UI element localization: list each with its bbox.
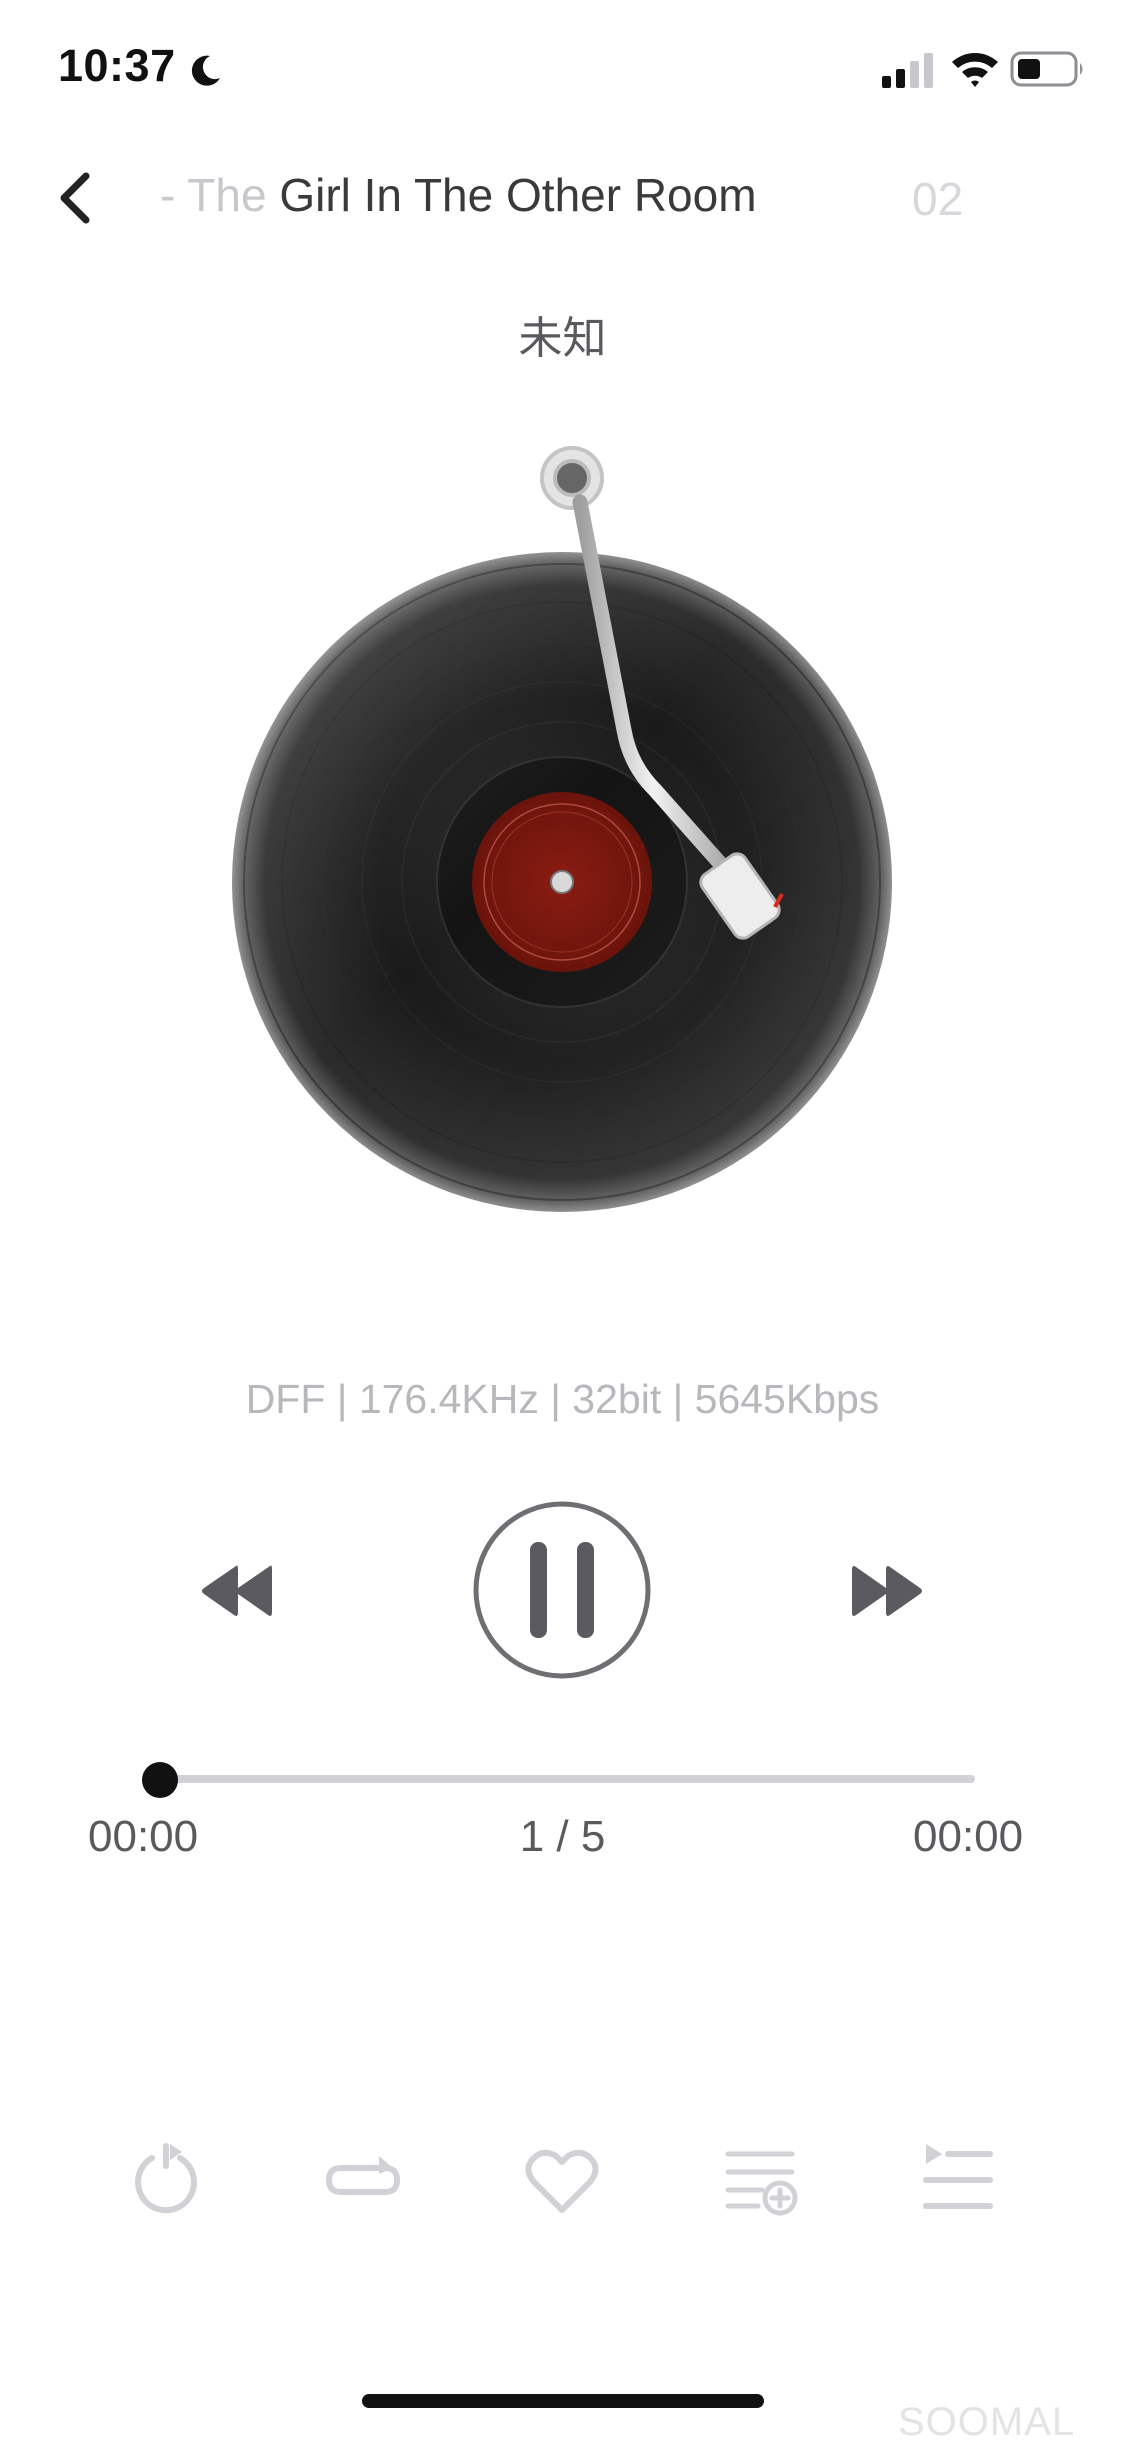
progress-knob[interactable] [142, 1762, 178, 1798]
rewind-icon[interactable] [198, 1560, 274, 1622]
repeat-icon[interactable] [323, 2140, 403, 2220]
status-time: 10:37 [58, 40, 176, 91]
song-title-prefix: - The [160, 169, 267, 221]
fast-forward-icon[interactable] [850, 1560, 926, 1622]
heart-icon[interactable] [522, 2140, 602, 2220]
home-indicator[interactable] [362, 2394, 764, 2408]
moon-icon [191, 55, 220, 86]
song-title-marquee: - The Girl In The Other Room [160, 168, 980, 238]
pause-icon [530, 1542, 547, 1638]
play-queue-icon[interactable] [918, 2140, 998, 2220]
total-duration: 00:00 [913, 1812, 1024, 1861]
battery-icon [1010, 51, 1083, 87]
wifi-icon [952, 53, 998, 87]
song-title-next: 02 [912, 173, 964, 225]
artist-name: 未知 [518, 314, 607, 363]
sleep-timer-icon[interactable] [126, 2140, 206, 2220]
add-to-playlist-icon[interactable] [720, 2140, 800, 2220]
watermark: SOOMAL [898, 2400, 1076, 2444]
audio-format-info: DFF | 176.4KHz | 32bit | 5645Kbps [245, 1376, 880, 1422]
chevron-left-icon[interactable] [52, 168, 96, 228]
vinyl-record [232, 446, 892, 1212]
cellular-signal-icon [882, 53, 933, 88]
spindle [550, 870, 574, 894]
progress-track[interactable] [160, 1775, 975, 1783]
pause-button[interactable] [472, 1500, 652, 1680]
song-title: Girl In The Other Room [266, 169, 757, 221]
